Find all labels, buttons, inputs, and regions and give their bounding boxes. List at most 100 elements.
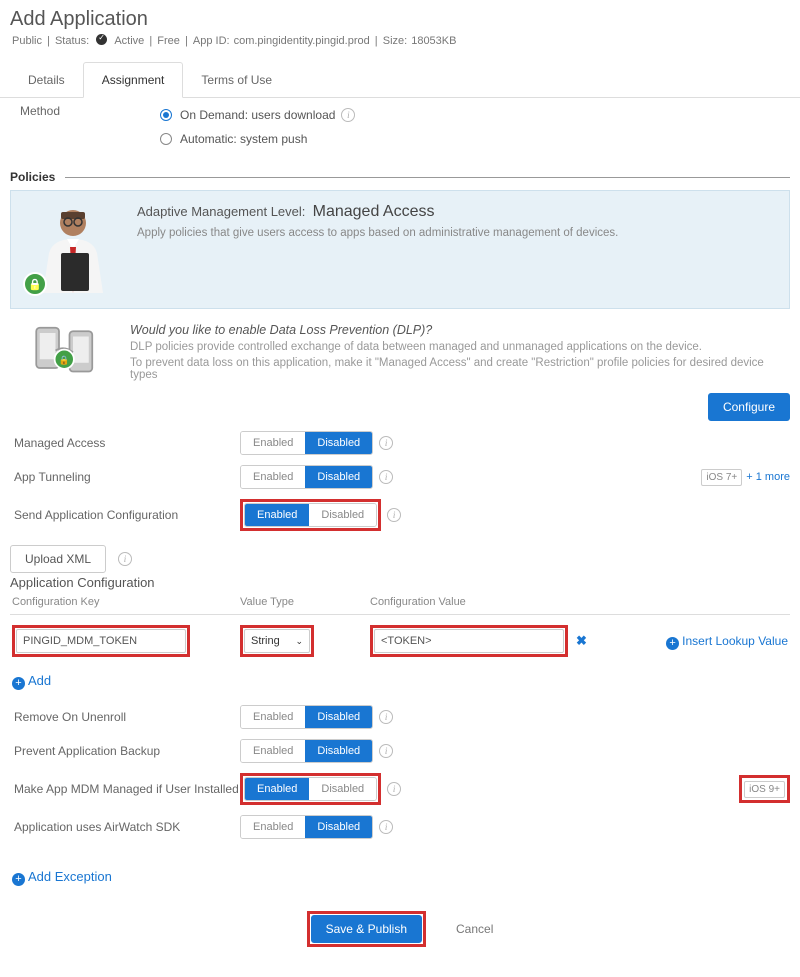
dlp-line2: To prevent data loss on this application… [130, 357, 784, 381]
remove-unenroll-label: Remove On Unenroll [10, 710, 240, 724]
app-id-value: com.pingidentity.pingid.prod [234, 35, 370, 47]
info-icon[interactable]: i [379, 436, 393, 450]
tab-details[interactable]: Details [10, 63, 83, 97]
insert-lookup-link[interactable]: +Insert Lookup Value [666, 634, 788, 648]
policies-section-title: Policies [10, 170, 65, 184]
save-publish-button[interactable]: Save & Publish [311, 915, 422, 943]
dlp-illustration: 🔒 [16, 323, 116, 381]
size-value: 18053KB [411, 35, 456, 47]
tab-bar: Details Assignment Terms of Use [0, 61, 800, 98]
toggle-disabled[interactable]: Disabled [309, 778, 376, 800]
svg-text:🔒: 🔒 [59, 355, 70, 365]
app-tunneling-label: App Tunneling [10, 470, 240, 484]
highlight-box [370, 625, 568, 657]
ios7-tag: iOS 7+ [701, 469, 742, 486]
toggle-disabled[interactable]: Disabled [305, 816, 372, 838]
tab-assignment[interactable]: Assignment [83, 62, 184, 98]
aml-description: Apply policies that give users access to… [137, 227, 618, 239]
prevent-backup-label: Prevent Application Backup [10, 744, 240, 758]
toggle-enabled[interactable]: Enabled [245, 504, 309, 526]
dlp-line1: DLP policies provide controlled exchange… [130, 341, 784, 353]
toggle-disabled[interactable]: Disabled [309, 504, 376, 526]
highlight-box: Enabled Disabled [240, 773, 381, 805]
page-title: Add Application [10, 8, 790, 31]
config-key-input[interactable] [16, 629, 186, 653]
aml-heading: Adaptive Management Level: Managed Acces… [137, 203, 618, 221]
status-value: Active [114, 35, 144, 47]
info-icon[interactable]: i [379, 470, 393, 484]
check-icon [96, 34, 107, 45]
toggle-enabled[interactable]: Enabled [241, 432, 305, 454]
airwatch-sdk-label: Application uses AirWatch SDK [10, 820, 240, 834]
toggle-enabled[interactable]: Enabled [245, 778, 309, 800]
size-label: Size: [383, 35, 407, 47]
col-val-header: Configuration Value [370, 596, 788, 608]
info-icon[interactable]: i [118, 552, 132, 566]
toggle-disabled[interactable]: Disabled [305, 740, 372, 762]
add-exception-link[interactable]: +Add Exception [10, 863, 114, 891]
plus-icon: + [12, 677, 25, 690]
visibility-label: Public [12, 35, 42, 47]
app-tunneling-toggle[interactable]: Enabled Disabled [240, 465, 373, 489]
info-icon[interactable]: i [379, 820, 393, 834]
dlp-question: Would you like to enable Data Loss Preve… [130, 323, 784, 337]
highlight-box: Enabled Disabled [240, 499, 381, 531]
price-label: Free [157, 35, 180, 47]
toggle-disabled[interactable]: Disabled [305, 706, 372, 728]
radio-automatic-label: Automatic: system push [180, 132, 307, 146]
toggle-enabled[interactable]: Enabled [241, 816, 305, 838]
lock-icon [23, 272, 47, 296]
radio-on-demand[interactable]: On Demand: users download i [160, 108, 355, 122]
managed-access-toggle[interactable]: Enabled Disabled [240, 431, 373, 455]
upload-xml-button[interactable]: Upload XML [10, 545, 106, 573]
avatar-illustration [23, 203, 123, 296]
config-value-input[interactable] [374, 629, 564, 653]
remove-unenroll-toggle[interactable]: Enabled Disabled [240, 705, 373, 729]
app-config-title: Application Configuration [10, 575, 790, 590]
toggle-disabled[interactable]: Disabled [305, 466, 372, 488]
radio-automatic[interactable]: Automatic: system push [160, 132, 355, 146]
status-label: Status: [55, 35, 89, 47]
col-key-header: Configuration Key [12, 596, 240, 608]
config-table-header: Configuration Key Value Type Configurati… [10, 590, 790, 615]
airwatch-sdk-toggle[interactable]: Enabled Disabled [240, 815, 373, 839]
info-icon[interactable]: i [379, 744, 393, 758]
highlight-box: Save & Publish [307, 911, 426, 947]
toggle-disabled[interactable]: Disabled [305, 432, 372, 454]
info-icon[interactable]: i [387, 782, 401, 796]
method-label: Method [10, 104, 140, 118]
policy-banner: Adaptive Management Level: Managed Acces… [10, 190, 790, 309]
radio-icon [160, 109, 172, 121]
page-meta: Public | Status: Active | Free | App ID:… [10, 33, 790, 47]
managed-access-label: Managed Access [10, 436, 240, 450]
col-type-header: Value Type [240, 596, 370, 608]
highlight-box [12, 625, 190, 657]
prevent-backup-toggle[interactable]: Enabled Disabled [240, 739, 373, 763]
app-id-label: App ID: [193, 35, 230, 47]
config-table-row: String ⌄ ✖ +Insert Lookup Value [10, 615, 790, 667]
configure-button[interactable]: Configure [708, 393, 790, 421]
delete-row-button[interactable]: ✖ [576, 633, 587, 649]
page-header: Add Application Public | Status: Active … [0, 0, 800, 53]
radio-on-demand-label: On Demand: users download [180, 108, 335, 122]
info-icon[interactable]: i [379, 710, 393, 724]
highlight-box: iOS 9+ [739, 775, 790, 803]
highlight-box: String ⌄ [240, 625, 314, 657]
value-type-text: String [251, 635, 280, 647]
info-icon[interactable]: i [341, 108, 355, 122]
cancel-button[interactable]: Cancel [456, 922, 493, 936]
more-link[interactable]: + 1 more [746, 471, 790, 483]
send-app-config-toggle[interactable]: Enabled Disabled [244, 503, 377, 527]
plus-icon: + [12, 873, 25, 886]
chevron-down-icon: ⌄ [295, 636, 303, 647]
info-icon[interactable]: i [387, 508, 401, 522]
toggle-enabled[interactable]: Enabled [241, 706, 305, 728]
toggle-enabled[interactable]: Enabled [241, 740, 305, 762]
mdm-managed-toggle[interactable]: Enabled Disabled [244, 777, 377, 801]
ios9-tag: iOS 9+ [744, 781, 785, 798]
add-config-link[interactable]: +Add [10, 667, 53, 695]
toggle-enabled[interactable]: Enabled [241, 466, 305, 488]
value-type-select[interactable]: String ⌄ [244, 629, 310, 653]
tab-terms[interactable]: Terms of Use [183, 63, 290, 97]
plus-icon: + [666, 637, 679, 650]
